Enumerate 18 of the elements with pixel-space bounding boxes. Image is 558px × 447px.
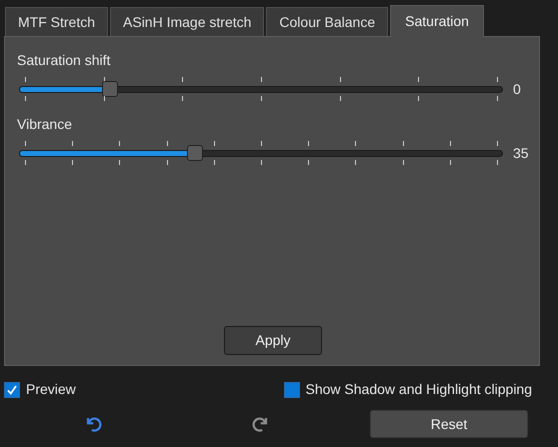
slider-handle[interactable]: [102, 81, 118, 97]
apply-button[interactable]: Apply: [224, 326, 322, 355]
reset-button[interactable]: Reset: [370, 410, 528, 438]
slider[interactable]: [19, 81, 503, 97]
slider-value: 0: [513, 80, 521, 98]
checkbox[interactable]: [284, 382, 300, 398]
slider-label: Saturation shift: [17, 51, 112, 69]
tab[interactable]: MTF Stretch: [5, 7, 108, 36]
slider-value: 35: [513, 144, 529, 162]
tab[interactable]: ASinH Image stretch: [110, 7, 264, 36]
tab[interactable]: Saturation: [390, 5, 484, 37]
checkbox-label: Show Shadow and Highlight clipping: [306, 380, 532, 399]
checkbox-label: Preview: [26, 380, 76, 399]
slider-handle[interactable]: [186, 145, 203, 161]
tab[interactable]: Colour Balance: [266, 7, 388, 36]
slider[interactable]: [19, 145, 503, 161]
checkbox[interactable]: [4, 382, 20, 398]
slider-label: Vibrance: [17, 115, 74, 133]
